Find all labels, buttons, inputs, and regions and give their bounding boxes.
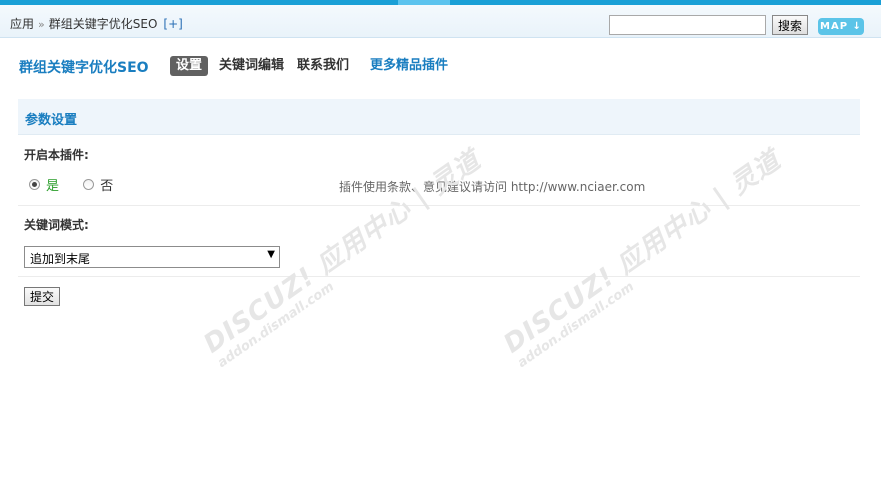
keyword-mode-value: 追加到末尾 (30, 252, 91, 266)
tab-contact-us[interactable]: 联系我们 (297, 56, 349, 76)
map-button[interactable]: MAP ↓ (818, 18, 864, 35)
enable-plugin-label: 开启本插件: (24, 148, 89, 162)
radio-no-label[interactable]: 否 (100, 179, 113, 194)
breadcrumb-current: 群组关键字优化SEO (48, 17, 158, 31)
watermark-logo: DISCUZ! 应用中心 | 灵道 addon.dismall.com (195, 145, 486, 395)
radio-yes[interactable] (29, 179, 40, 190)
search-input[interactable] (609, 15, 766, 35)
divider (18, 276, 860, 277)
breadcrumb-root[interactable]: 应用 (10, 17, 34, 31)
section-title: 参数设置 (25, 113, 78, 128)
keyword-mode-select[interactable]: 追加到末尾 ▼ (24, 246, 280, 268)
enable-radio-group: 是 否 (29, 175, 113, 194)
breadcrumb-separator: » (38, 18, 45, 31)
nav-bar: 应用 » 群组关键字优化SEO [+] 搜索 MAP ↓ (0, 5, 881, 38)
search-button[interactable]: 搜索 (772, 15, 808, 35)
dropdown-arrow-icon: ▼ (267, 249, 275, 260)
breadcrumb: 应用 » 群组关键字优化SEO [+] (10, 15, 183, 32)
tab-settings[interactable]: 设置 (170, 56, 209, 76)
add-shortcut-link[interactable]: [+] (163, 17, 182, 31)
keyword-mode-label: 关键词模式: (24, 218, 89, 232)
tab-more-plugins[interactable]: 更多精品插件 (370, 56, 448, 76)
terms-notice: 插件使用条款、意见建议请访问 http://www.nciaer.com (339, 180, 646, 194)
section-header: 参数设置 (18, 99, 860, 135)
radio-no[interactable] (83, 179, 95, 190)
tab-keyword-edit[interactable]: 关键词编辑 (219, 56, 284, 76)
plugin-title: 群组关键字优化SEO (19, 60, 149, 76)
radio-yes-label[interactable]: 是 (46, 179, 59, 194)
submit-button[interactable]: 提交 (24, 287, 60, 306)
watermark-logo: DISCUZ! 应用中心 | 灵道 addon.dismall.com (495, 145, 786, 395)
watermark-url: addon.dismall.com (515, 279, 638, 371)
divider (18, 205, 860, 206)
